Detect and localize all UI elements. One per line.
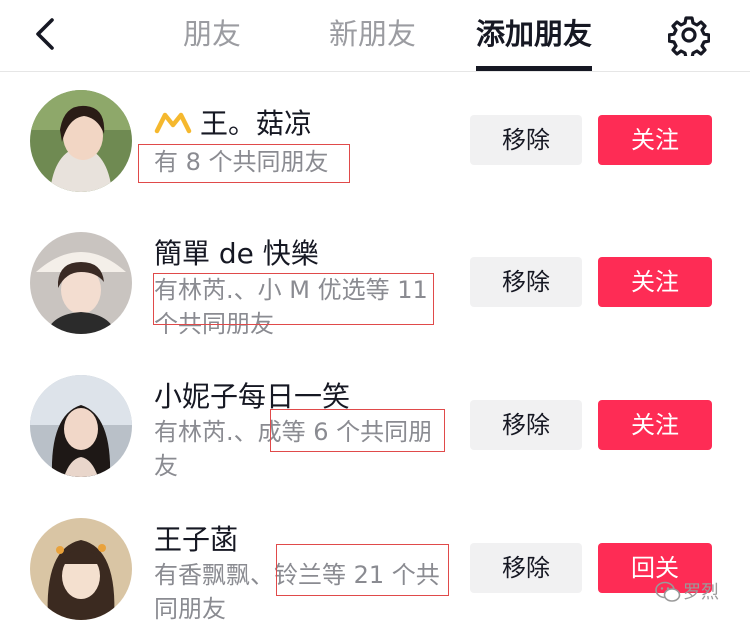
crown-icon [154, 112, 192, 134]
remove-button[interactable]: 移除 [470, 257, 582, 307]
tab-friends[interactable]: 朋友 [183, 14, 241, 54]
avatar[interactable] [30, 518, 132, 620]
follow-button[interactable]: 关注 [598, 257, 712, 307]
wechat-icon [655, 581, 681, 602]
highlight-box [138, 144, 350, 183]
back-arrow-icon[interactable] [28, 14, 64, 54]
avatar[interactable] [30, 375, 132, 477]
follow-button[interactable]: 关注 [598, 400, 712, 450]
list-item: 王。菇凉 有 8 个共同朋友 移除 关注 [0, 72, 750, 212]
highlight-box [153, 273, 434, 325]
active-tab-indicator [476, 66, 592, 71]
avatar[interactable] [30, 232, 132, 334]
tab-new-friends[interactable]: 新朋友 [329, 14, 416, 54]
user-name[interactable]: 王子菡 [154, 518, 238, 558]
top-navigation-bar: 朋友 新朋友 添加朋友 [0, 0, 750, 72]
list-item: 簡單 de 快樂 有林芮.、小 M 优选等 11 个共同朋友 移除 关注 [0, 212, 750, 352]
highlight-box [270, 409, 445, 452]
user-name[interactable]: 王。菇凉 [154, 102, 312, 142]
remove-button[interactable]: 移除 [470, 115, 582, 165]
watermark-text: 罗烈 [683, 582, 719, 603]
list-item: 王子菡 有香飘飘、铃兰等 21 个共同朋友 移除 回关 [0, 498, 750, 638]
user-name[interactable]: 簡單 de 快樂 [154, 232, 319, 272]
user-name-text: 王。菇凉 [200, 107, 313, 140]
remove-button[interactable]: 移除 [470, 400, 582, 450]
gear-icon[interactable] [668, 14, 710, 56]
avatar[interactable] [30, 90, 132, 192]
highlight-box [276, 544, 449, 596]
list-item: 小妮子每日一笑 有林芮.、成等 6 个共同朋友 移除 关注 [0, 355, 750, 495]
watermark: 罗烈 [655, 578, 719, 608]
tab-add-friends[interactable]: 添加朋友 [476, 14, 592, 54]
remove-button[interactable]: 移除 [470, 543, 582, 593]
follow-button[interactable]: 关注 [598, 115, 712, 165]
